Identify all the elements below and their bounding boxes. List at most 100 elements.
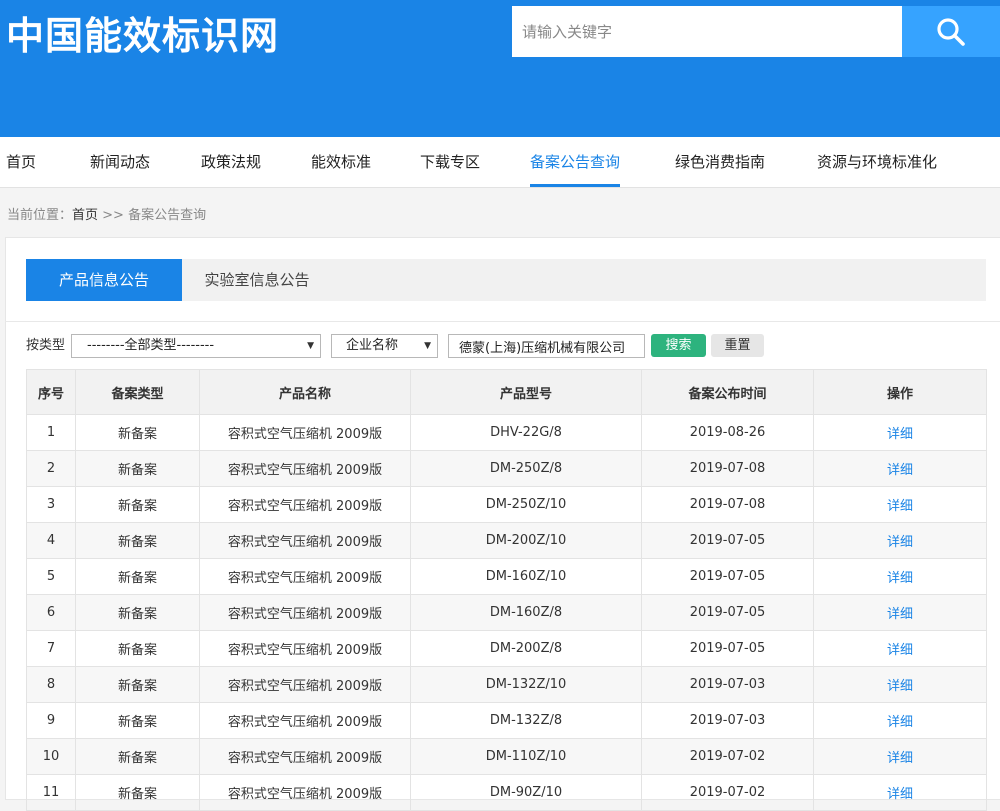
nav-item-green-guide[interactable]: 绿色消费指南: [675, 137, 765, 188]
nav-item-news[interactable]: 新闻动态: [90, 137, 150, 188]
cell-index: 4: [26, 522, 76, 559]
cell-index: 11: [26, 774, 76, 811]
cell-index: 6: [26, 594, 76, 631]
cell-filing-type: 新备案: [75, 522, 200, 559]
cell-filing-type: 新备案: [75, 558, 200, 595]
cell-product-name: 容积式空气压缩机 2009版: [199, 774, 411, 811]
table-row: 5 新备案 容积式空气压缩机 2009版 DM-160Z/10 2019-07-05 详细: [26, 558, 987, 595]
cell-index: 5: [26, 558, 76, 595]
cell-product-model: DM-160Z/10: [410, 558, 642, 595]
site-logo[interactable]: 中国能效标识网: [6, 11, 279, 61]
cell-publish-date: 2019-07-05: [641, 522, 814, 559]
cell-product-name: 容积式空气压缩机 2009版: [199, 558, 411, 595]
cell-publish-date: 2019-07-05: [641, 594, 814, 631]
cell-detail-link[interactable]: 详细: [813, 594, 987, 631]
tab-lab-info[interactable]: 实验室信息公告: [182, 259, 332, 301]
cell-publish-date: 2019-08-26: [641, 414, 814, 451]
cell-filing-type: 新备案: [75, 594, 200, 631]
cell-publish-date: 2019-07-02: [641, 738, 814, 775]
cell-product-name: 容积式空气压缩机 2009版: [199, 486, 411, 523]
table-row: 8 新备案 容积式空气压缩机 2009版 DM-132Z/10 2019-07-03 详细: [26, 666, 987, 703]
cell-detail-link[interactable]: 详细: [813, 450, 987, 487]
cell-publish-date: 2019-07-03: [641, 666, 814, 703]
search-filter-button[interactable]: 搜索: [651, 334, 706, 357]
table-row: 6 新备案 容积式空气压缩机 2009版 DM-160Z/8 2019-07-05 详细: [26, 594, 987, 631]
search-icon: [937, 17, 965, 46]
company-name-input[interactable]: [448, 334, 645, 358]
site-header: 中国能效标识网: [0, 0, 1000, 137]
cell-index: 8: [26, 666, 76, 703]
nav-item-resources[interactable]: 资源与环境标准化: [817, 137, 937, 188]
cell-index: 10: [26, 738, 76, 775]
table-row: 3 新备案 容积式空气压缩机 2009版 DM-250Z/10 2019-07-08 详细: [26, 486, 987, 523]
cell-detail-link[interactable]: 详细: [813, 414, 987, 451]
breadcrumb-prefix: 当前位置：: [7, 208, 73, 223]
nav-item-filing-query[interactable]: 备案公告查询: [530, 137, 621, 188]
cell-product-name: 容积式空气压缩机 2009版: [199, 450, 411, 487]
cell-detail-link[interactable]: 详细: [813, 558, 987, 595]
table-row: 9 新备案 容积式空气压缩机 2009版 DM-132Z/8 2019-07-03 详细: [26, 702, 987, 739]
results-table-wrap: 序号 备案类型 产品名称 产品型号 备案公布时间 操作 1 新备案 容积式空气压缩机…: [26, 369, 987, 811]
cell-product-model: DM-132Z/10: [410, 666, 642, 703]
cell-detail-link[interactable]: 详细: [813, 738, 987, 775]
table-row: 2 新备案 容积式空气压缩机 2009版 DM-250Z/8 2019-07-08 详细: [26, 450, 987, 487]
cell-publish-date: 2019-07-08: [641, 486, 814, 523]
type-select[interactable]: --------全部类型-------- ▼: [71, 334, 321, 358]
main-nav: 首页 新闻动态 政策法规 能效标准 下载专区 备案公告查询 绿色消费指南 资源与…: [0, 137, 1000, 188]
type-select-value: --------全部类型--------: [87, 338, 215, 353]
cell-product-model: DM-250Z/8: [410, 450, 642, 487]
nav-item-home[interactable]: 首页: [6, 137, 36, 188]
cell-product-model: DM-90Z/10: [410, 774, 642, 811]
cell-filing-type: 新备案: [75, 630, 200, 667]
cell-product-model: DM-160Z/8: [410, 594, 642, 631]
cell-product-name: 容积式空气压缩机 2009版: [199, 630, 411, 667]
table-row: 11 新备案 容积式空气压缩机 2009版 DM-90Z/10 2019-07-02 详细: [26, 774, 987, 811]
cell-detail-link[interactable]: 详细: [813, 486, 987, 523]
cell-filing-type: 新备案: [75, 702, 200, 739]
type-filter-label: 按类型: [26, 338, 66, 353]
cell-detail-link[interactable]: 详细: [813, 522, 987, 559]
table-row: 1 新备案 容积式空气压缩机 2009版 DHV-22G/8 2019-08-26 详细: [26, 414, 987, 451]
nav-item-standards[interactable]: 能效标准: [311, 137, 371, 188]
cell-publish-date: 2019-07-02: [641, 774, 814, 811]
cell-publish-date: 2019-07-05: [641, 630, 814, 667]
cell-product-model: DM-250Z/10: [410, 486, 642, 523]
table-row: 10 新备案 容积式空气压缩机 2009版 DM-110Z/10 2019-07-02 详…: [26, 738, 987, 775]
breadcrumb-separator: >>: [98, 208, 129, 223]
breadcrumb: 当前位置：首页 >> 备案公告查询: [7, 204, 206, 223]
cell-product-name: 容积式空气压缩机 2009版: [199, 414, 411, 451]
tab-bar: 产品信息公告 实验室信息公告: [26, 259, 986, 301]
cell-publish-date: 2019-07-03: [641, 702, 814, 739]
cell-detail-link[interactable]: 详细: [813, 630, 987, 667]
cell-product-name: 容积式空气压缩机 2009版: [199, 702, 411, 739]
chevron-down-icon: ▼: [424, 341, 431, 351]
cell-product-model: DM-132Z/8: [410, 702, 642, 739]
cell-filing-type: 新备案: [75, 738, 200, 775]
breadcrumb-home[interactable]: 首页: [72, 208, 98, 223]
field-select-value: 企业名称: [346, 338, 399, 353]
nav-item-downloads[interactable]: 下载专区: [420, 137, 480, 188]
cell-product-name: 容积式空气压缩机 2009版: [199, 522, 411, 559]
cell-product-model: DM-110Z/10: [410, 738, 642, 775]
cell-filing-type: 新备案: [75, 414, 200, 451]
search-input[interactable]: [512, 6, 902, 57]
table-row: 7 新备案 容积式空气压缩机 2009版 DM-200Z/8 2019-07-05 详细: [26, 630, 987, 667]
cell-detail-link[interactable]: 详细: [813, 774, 987, 811]
tab-product-info[interactable]: 产品信息公告: [26, 259, 182, 301]
cell-detail-link[interactable]: 详细: [813, 702, 987, 739]
header-action: 操作: [813, 369, 987, 415]
divider: [5, 321, 1000, 322]
cell-filing-type: 新备案: [75, 666, 200, 703]
nav-item-policy[interactable]: 政策法规: [201, 137, 261, 188]
header-publish-date: 备案公布时间: [641, 369, 814, 415]
table-row: 4 新备案 容积式空气压缩机 2009版 DM-200Z/10 2019-07-05 详细: [26, 522, 987, 559]
cell-product-model: DM-200Z/8: [410, 630, 642, 667]
field-select[interactable]: 企业名称 ▼: [331, 334, 438, 358]
cell-product-model: DM-200Z/10: [410, 522, 642, 559]
reset-button[interactable]: 重置: [711, 334, 764, 357]
cell-product-name: 容积式空气压缩机 2009版: [199, 594, 411, 631]
search-button[interactable]: [902, 6, 1000, 57]
cell-index: 9: [26, 702, 76, 739]
cell-detail-link[interactable]: 详细: [813, 666, 987, 703]
cell-index: 3: [26, 486, 76, 523]
